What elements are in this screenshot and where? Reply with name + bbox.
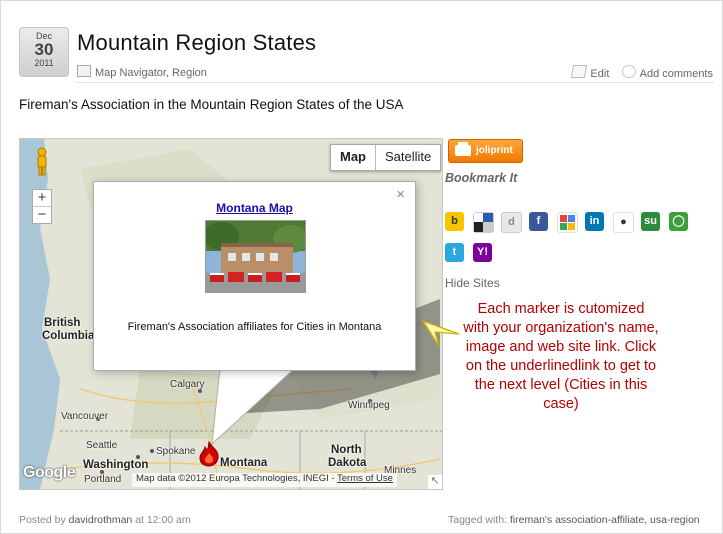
facebook-icon[interactable]: f [529, 212, 548, 231]
yahoo-icon[interactable]: Y! [473, 243, 492, 262]
linkedin-icon[interactable]: in [585, 212, 604, 231]
twitter-icon[interactable]: t [445, 243, 464, 262]
montana-map-link[interactable]: Montana Map [94, 201, 415, 215]
bookmark-title: Bookmark It [445, 171, 518, 185]
label-winnipeg: Winnipeg [348, 400, 390, 411]
label-portland: Portland [84, 474, 122, 485]
delicious-icon[interactable] [473, 212, 494, 233]
fire-marker-icon[interactable] [197, 441, 221, 467]
edit-icon [571, 65, 588, 78]
edit-link[interactable]: Edit [590, 68, 609, 80]
google-logo[interactable]: Google [23, 464, 76, 482]
label-british-columbia-2: Columbia [42, 330, 95, 342]
printer-icon [455, 142, 471, 156]
pegman-icon[interactable] [32, 147, 52, 177]
terms-of-use-link[interactable]: Terms of Use [337, 473, 393, 484]
label-washington: Washington [83, 459, 149, 471]
date-badge: Dec 30 2011 [19, 27, 69, 77]
joliprint-label: joliprint [476, 145, 513, 156]
post-footer-author: Posted by davidrothman at 12:00 am [19, 514, 191, 526]
post-categories: Map Navigator, Region [77, 65, 207, 79]
post-actions: Edit Add comments [571, 65, 713, 80]
label-spokane: Spokane [156, 446, 196, 457]
post-meta: Map Navigator, Region Edit Add comments [77, 62, 713, 83]
label-north-dakota-2: Dakota [328, 457, 367, 469]
label-montana: Montana [220, 457, 268, 469]
label-seattle: Seattle [86, 440, 118, 451]
fire-station-photo[interactable] [205, 220, 306, 293]
label-vancouver: Vancouver [61, 411, 109, 422]
post-intro: Fireman's Association in the Mountain Re… [19, 97, 404, 112]
map-type-control: Map Satellite [330, 144, 442, 171]
google-map[interactable]: British Columbia Calgary Vancouver Winni… [19, 138, 443, 490]
digg-icon[interactable]: d [501, 212, 522, 233]
hide-sites-link[interactable]: Hide Sites [445, 276, 500, 290]
date-year: 2011 [34, 58, 54, 68]
add-comments-link[interactable]: Add comments [640, 68, 713, 80]
infowindow-caption: Fireman's Association affiliates for Cit… [127, 321, 382, 333]
map-infowindow: × Montana Map Fireman's Association affi… [93, 181, 416, 371]
category-icon [77, 65, 91, 77]
posted-by-label: Posted by [19, 514, 66, 526]
author-link[interactable]: davidrothman [69, 514, 133, 526]
technorati-icon[interactable]: ◯ [669, 212, 688, 231]
zoom-in-button[interactable]: + [33, 190, 51, 207]
callout-arrow-icon [421, 319, 460, 347]
zoom-out-button[interactable]: − [33, 207, 51, 223]
comments-icon [621, 65, 636, 78]
map-type-map-button[interactable]: Map [331, 145, 376, 170]
zoom-control: + − [32, 189, 52, 224]
infowindow-tail [211, 368, 296, 446]
joliprint-button[interactable]: joliprint [448, 139, 523, 163]
label-north-dakota-1: North [331, 444, 362, 456]
label-british-columbia-1: British [44, 317, 81, 329]
blinklist-icon[interactable]: b [445, 212, 464, 231]
attribution-text: Map data ©2012 Europa Technologies, INEG… [136, 473, 335, 484]
stumbleupon-icon[interactable]: su [641, 212, 660, 231]
post-time: at 12:00 am [135, 514, 191, 526]
post-title[interactable]: Mountain Region States [77, 30, 316, 56]
category-links[interactable]: Map Navigator, Region [95, 67, 207, 79]
tag-links[interactable]: fireman's association-affiliate, usa-reg… [510, 514, 700, 526]
resize-corner-icon[interactable]: ↖ [428, 475, 442, 489]
tagged-with-label: Tagged with: [448, 514, 507, 526]
reddit-icon[interactable]: ● [613, 212, 634, 233]
google-icon[interactable] [557, 212, 578, 233]
date-day: 30 [34, 40, 54, 59]
map-type-satellite-button[interactable]: Satellite [376, 145, 440, 170]
post-footer-tags: Tagged with: fireman's association-affil… [448, 514, 700, 526]
map-attribution: Map data ©2012 Europa Technologies, INEG… [132, 473, 397, 487]
callout-text: Each marker is cutomized with your organ… [463, 301, 659, 412]
